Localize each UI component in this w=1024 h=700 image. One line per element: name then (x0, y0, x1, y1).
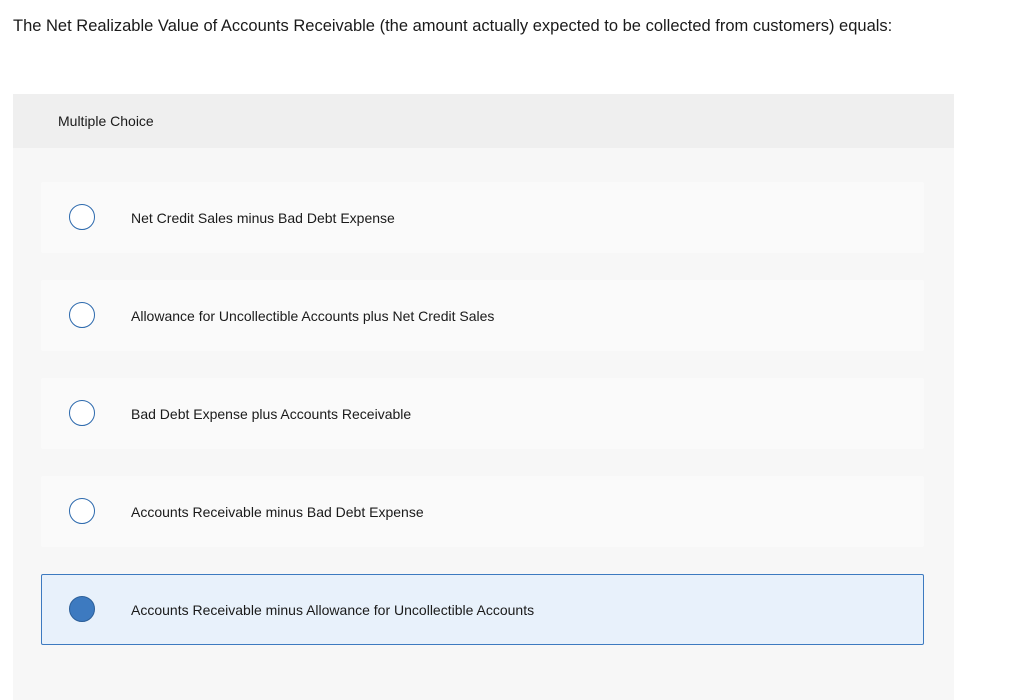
answer-options-list: Net Credit Sales minus Bad Debt Expense … (41, 182, 924, 672)
question-text: The Net Realizable Value of Accounts Rec… (13, 17, 893, 35)
answer-option[interactable]: Bad Debt Expense plus Accounts Receivabl… (41, 378, 924, 449)
radio-button[interactable] (69, 302, 95, 328)
answer-option[interactable]: Net Credit Sales minus Bad Debt Expense (41, 182, 924, 253)
multiple-choice-header: Multiple Choice (13, 94, 954, 148)
radio-button[interactable] (69, 498, 95, 524)
multiple-choice-panel: Multiple Choice Net Credit Sales minus B… (13, 94, 954, 700)
answer-option[interactable]: Allowance for Uncollectible Accounts plu… (41, 280, 924, 351)
multiple-choice-header-label: Multiple Choice (58, 113, 154, 129)
answer-option[interactable]: Accounts Receivable minus Allowance for … (41, 574, 924, 645)
radio-button[interactable] (69, 400, 95, 426)
answer-option-label: Net Credit Sales minus Bad Debt Expense (131, 210, 395, 226)
answer-option-label: Accounts Receivable minus Bad Debt Expen… (131, 504, 424, 520)
answer-option-label: Allowance for Uncollectible Accounts plu… (131, 308, 495, 324)
answer-option[interactable]: Accounts Receivable minus Bad Debt Expen… (41, 476, 924, 547)
radio-button[interactable] (69, 204, 95, 230)
radio-button[interactable] (69, 596, 95, 622)
answer-option-label: Bad Debt Expense plus Accounts Receivabl… (131, 406, 412, 422)
answer-option-label: Accounts Receivable minus Allowance for … (131, 602, 535, 618)
